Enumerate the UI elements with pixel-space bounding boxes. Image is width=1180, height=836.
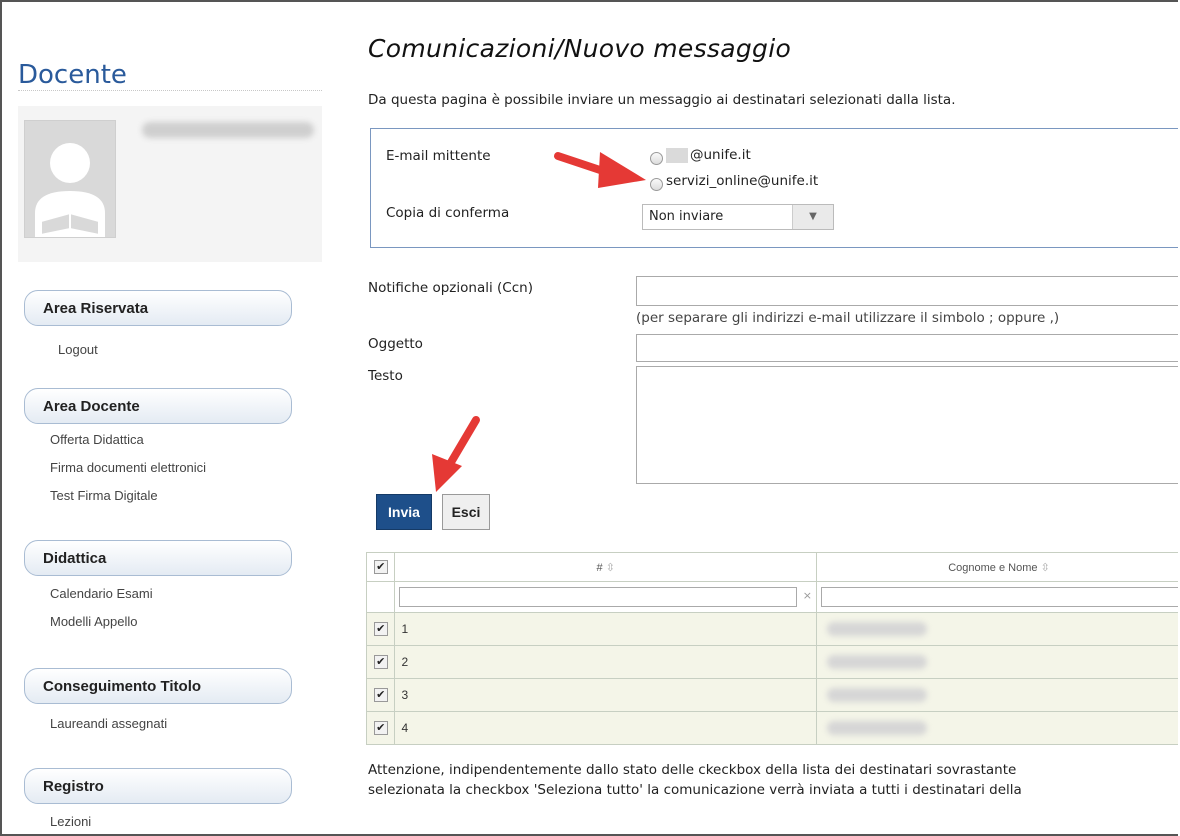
intro-text: Da questa pagina è possibile inviare un …: [368, 92, 956, 108]
sender-radio-2[interactable]: [650, 178, 663, 191]
sidebar-title: Docente: [18, 60, 127, 90]
row-checkbox[interactable]: ✔: [373, 655, 388, 670]
link-laureandi-assegnati[interactable]: Laureandi assegnati: [50, 716, 167, 731]
clear-filter-icon[interactable]: ×: [803, 589, 812, 602]
section-area-docente[interactable]: Area Docente: [24, 388, 292, 424]
copy-select[interactable]: Non inviare ▼: [642, 204, 834, 230]
sidebar-divider: [18, 90, 322, 91]
row-number: 2: [394, 645, 817, 679]
select-all-checkbox[interactable]: ✔: [373, 560, 388, 574]
ccn-hint: (per separare gli indirizzi e-mail utili…: [636, 310, 1060, 326]
message-textarea[interactable]: [636, 366, 1178, 484]
link-logout[interactable]: Logout: [58, 342, 98, 357]
send-button[interactable]: Invia: [376, 494, 432, 530]
col-name-header[interactable]: Cognome e Nome ⇳: [816, 552, 1178, 582]
row-name-redacted: [816, 678, 1178, 712]
link-offerta-didattica[interactable]: Offerta Didattica: [50, 432, 144, 447]
filter-name-input[interactable]: [821, 587, 1178, 607]
text-label: Testo: [368, 368, 403, 384]
row-name-redacted: [816, 711, 1178, 745]
warning-text: Attenzione, indipendentemente dallo stat…: [368, 760, 1178, 800]
row-checkbox[interactable]: ✔: [373, 721, 388, 736]
row-number: 3: [394, 678, 817, 712]
page-title: Comunicazioni/Nuovo messaggio: [368, 34, 792, 63]
avatar: [24, 120, 116, 238]
row-number: 1: [394, 612, 817, 646]
link-modelli-appello[interactable]: Modelli Appello: [50, 614, 137, 629]
row-name-redacted: [816, 645, 1178, 679]
warning-line-2: selezionata la checkbox 'Seleziona tutto…: [368, 782, 1022, 798]
section-registro[interactable]: Registro: [24, 768, 292, 804]
table-row: ✔ 2: [365, 645, 1178, 679]
subject-input[interactable]: [636, 334, 1178, 362]
copy-label: Copia di conferma: [386, 205, 510, 221]
table-header-row: ✔ # ⇳ Cognome e Nome ⇳: [365, 552, 1178, 582]
row-name-redacted: [816, 612, 1178, 646]
user-name-redacted: [142, 122, 314, 138]
email-user-redacted: [666, 148, 688, 163]
row-checkbox[interactable]: ✔: [373, 622, 388, 637]
person-reading-icon: [35, 143, 105, 237]
chevron-down-icon[interactable]: ▼: [792, 205, 833, 229]
link-test-firma[interactable]: Test Firma Digitale: [50, 488, 158, 503]
recipients-table: ✔ # ⇳ Cognome e Nome ⇳ × ✔ 1 ✔ 2 ✔ 3 ✔ 4: [365, 552, 1178, 745]
link-firma-documenti[interactable]: Firma documenti elettronici: [50, 460, 206, 475]
arrow-right-icon: [554, 152, 646, 188]
section-conseguimento-titolo[interactable]: Conseguimento Titolo: [24, 668, 292, 704]
filter-number-input[interactable]: [399, 587, 798, 607]
copy-select-value: Non inviare: [649, 209, 724, 224]
arrow-down-icon: [432, 416, 480, 492]
subject-label: Oggetto: [368, 336, 423, 352]
ccn-label: Notifiche opzionali (Ccn): [368, 280, 533, 296]
table-row: ✔ 3: [365, 678, 1178, 712]
sender-radio-1[interactable]: [650, 152, 663, 165]
section-didattica[interactable]: Didattica: [24, 540, 292, 576]
link-lezioni[interactable]: Lezioni: [50, 814, 91, 829]
col-number-header[interactable]: # ⇳: [394, 552, 817, 582]
page-frame: Docente Area Riservata Logout Area Docen…: [0, 0, 1178, 836]
row-number: 4: [394, 711, 817, 745]
table-filter-row: ×: [365, 581, 1178, 613]
table-row: ✔ 1: [365, 612, 1178, 646]
section-area-riservata[interactable]: Area Riservata: [24, 290, 292, 326]
sender-label: E-mail mittente: [386, 148, 491, 164]
select-all-cell[interactable]: ✔: [365, 552, 396, 582]
row-checkbox[interactable]: ✔: [373, 688, 388, 703]
sender-option-2: servizi_online@unife.it: [666, 173, 819, 189]
exit-button[interactable]: Esci: [442, 494, 490, 530]
link-calendario-esami[interactable]: Calendario Esami: [50, 586, 153, 601]
ccn-input[interactable]: [636, 276, 1178, 306]
sender-option-1: @unife.it: [690, 147, 751, 163]
warning-line-1: Attenzione, indipendentemente dallo stat…: [368, 762, 1017, 778]
table-row: ✔ 4: [365, 711, 1178, 745]
